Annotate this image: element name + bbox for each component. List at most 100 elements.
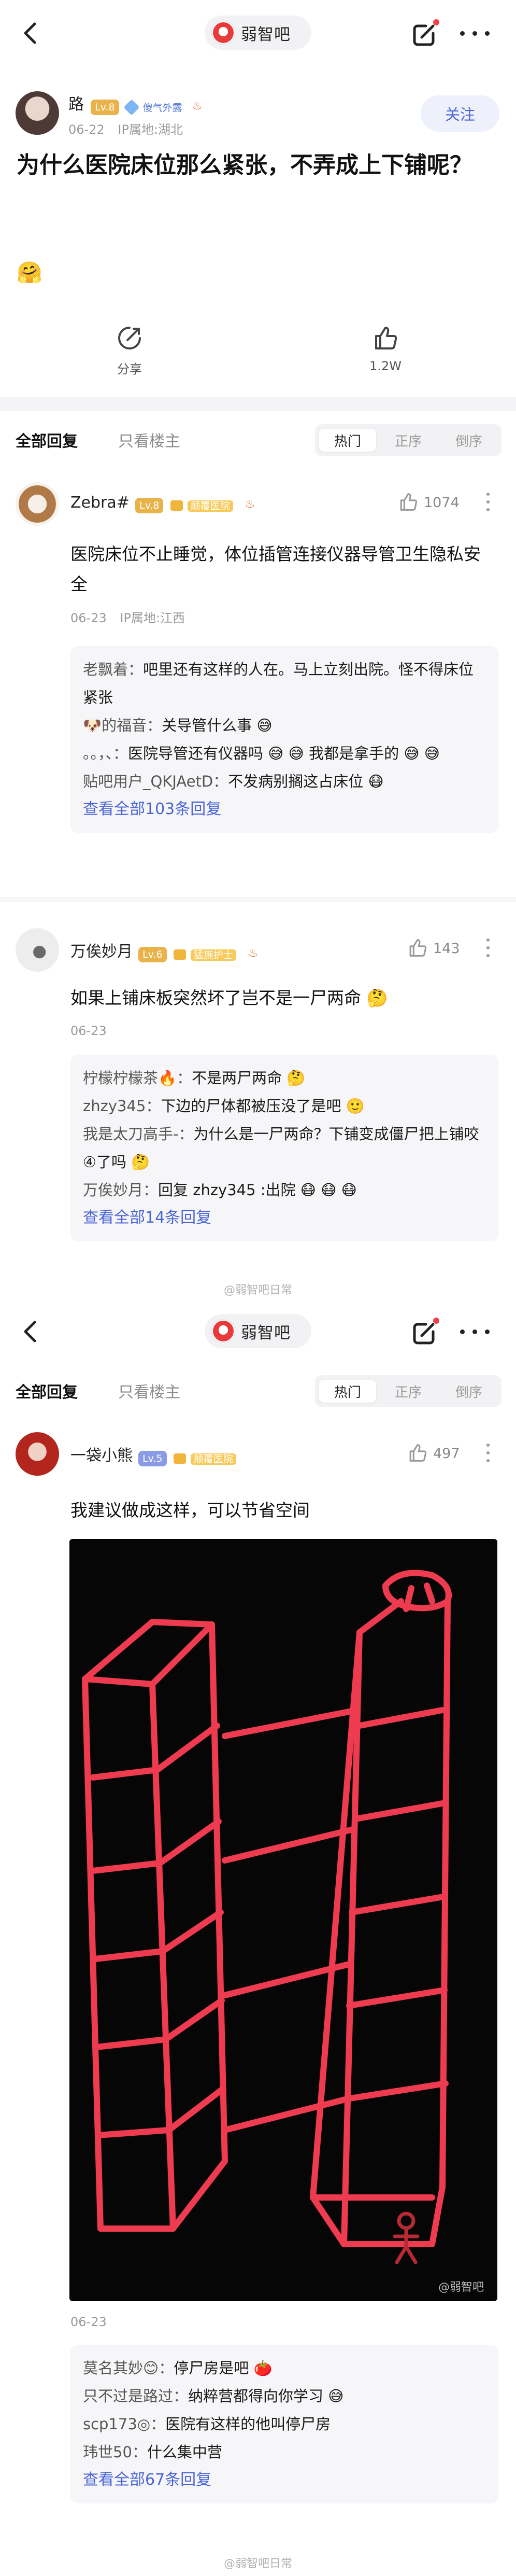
post-date: 06-22	[68, 122, 105, 137]
sort-descending[interactable]: 倒序	[440, 429, 497, 452]
like-count: 1.2W	[369, 359, 402, 373]
thumbs-up-icon[interactable]	[407, 937, 428, 958]
level-badge: Lv.5	[138, 1450, 167, 1466]
like-count: 143	[433, 941, 460, 957]
reply-item[interactable]: 玮世50：什么集中营	[83, 2438, 486, 2466]
reply-panel: 老飘着：吧里还有这样的人在。马上立刻出院。怪不得床位紧张 🐶的福音：关导管什么事…	[70, 646, 498, 833]
more-vertical-icon[interactable]	[486, 493, 490, 511]
level-badge: Lv.6	[138, 946, 167, 962]
like-count: 1074	[424, 495, 460, 511]
share-label: 分享	[117, 362, 142, 376]
reply-item[interactable]: 老飘着：吧里还有这样的人在。马上立刻出院。怪不得床位紧张	[83, 655, 486, 711]
sort-hot[interactable]: 热门	[319, 429, 376, 452]
reply-item[interactable]: zhzy345：下边的尸体都被压没了是吧 🙂	[83, 1092, 486, 1120]
comment-text: 医院床位不止睡觉，体位插管连接仪器导管卫生隐私安全	[70, 544, 481, 594]
comment-meta: 06-23	[70, 2315, 107, 2329]
share-edit-icon[interactable]	[410, 1316, 441, 1347]
fan-badge: 傻气外露	[142, 102, 182, 114]
chevron-left-icon[interactable]	[18, 20, 45, 47]
see-all-replies-link[interactable]: 查看全部103条回复	[83, 795, 486, 823]
section-divider	[0, 397, 516, 411]
reply-item[interactable]: 我是太刀高手-：为什么是一尸两命？下铺变成僵尸把上铺咬④了吗 🤔	[83, 1120, 486, 1176]
commenter-line: 一袋小熊 Lv.5 颠覆医院	[70, 1443, 236, 1466]
comment-divider	[0, 897, 516, 902]
more-horizontal-icon[interactable]	[456, 20, 493, 47]
share-action[interactable]: 分享	[104, 325, 155, 377]
follow-button[interactable]: 关注	[421, 95, 499, 132]
sort-ascending[interactable]: 正序	[380, 1380, 437, 1403]
forum-name: 弱智吧	[241, 25, 291, 44]
level-badge: Lv.8	[135, 497, 164, 513]
reply-item[interactable]: 。。，、：医院导管还有仪器吗 😅 😅 我都是拿手的 😅 😅	[83, 739, 486, 767]
reply-item[interactable]: 🐶的福音：关导管什么事 😅	[83, 711, 486, 739]
bunk-sketch-image[interactable]: @弱智吧	[69, 1539, 497, 2301]
commenter-line: Zebra# Lv.8 颠覆医院 ♨	[70, 494, 255, 513]
post-meta: 06-22 IP属地:湖北	[68, 119, 183, 137]
thumbs-up-icon[interactable]	[407, 1443, 428, 1463]
crown-icon	[173, 949, 186, 960]
reply-item[interactable]: 贴吧用户_QKJAetD：不发病别搁这占床位 😷	[83, 767, 486, 795]
forum-pill[interactable]: 弱智吧	[205, 16, 311, 50]
crown-icon	[173, 1453, 186, 1464]
reply-item[interactable]: 只不过是路过：纳粹营都得向你学习 😅	[83, 2382, 486, 2410]
commenter-avatar[interactable]	[16, 928, 59, 972]
like-count: 497	[433, 1446, 460, 1462]
sort-toggle: 热门 正序 倒序	[315, 424, 501, 456]
comment-text: 如果上铺床板突然坏了岂不是一尸两命 🤔	[70, 988, 388, 1008]
top-nav: 弱智吧	[0, 0, 516, 67]
tab-only-op[interactable]: 只看楼主	[118, 428, 180, 451]
forum-pill[interactable]: 弱智吧	[205, 1314, 311, 1348]
fire-emoji-icon: ♨	[245, 498, 255, 511]
more-horizontal-icon[interactable]	[456, 1318, 493, 1345]
commenter-avatar[interactable]	[16, 1432, 59, 1476]
crown-icon	[170, 500, 183, 511]
tab-all-replies[interactable]: 全部回复	[16, 428, 78, 451]
forum-avatar	[212, 21, 235, 44]
reply-item[interactable]: 万俟妙月：回复 zhzy345 :出院 😷 😷 😷	[83, 1176, 486, 1204]
comment-ip: IP属地:江西	[120, 611, 185, 625]
reply-item[interactable]: scp173◎：医院有这样的他叫停尸房	[83, 2410, 486, 2438]
sort-toggle: 热门 正序 倒序	[315, 1375, 501, 1407]
see-all-replies-link[interactable]: 查看全部14条回复	[83, 1204, 486, 1232]
thumbs-up-icon[interactable]	[398, 492, 419, 512]
share-edit-icon[interactable]	[410, 18, 441, 49]
watermark: @弱智吧日常	[223, 2557, 292, 2570]
more-vertical-icon[interactable]	[486, 1444, 490, 1462]
bunk-tower-drawing: @弱智吧	[82, 1570, 484, 2294]
commenter-name[interactable]: Zebra#	[70, 494, 130, 512]
top-nav: 弱智吧	[0, 1298, 516, 1366]
reply-item[interactable]: 柠檬柠檬茶🔥：不是两尸两命 🤔	[83, 1064, 486, 1092]
watermark: @弱智吧日常	[223, 1284, 292, 1297]
like-action[interactable]: 1.2W	[360, 325, 411, 373]
commenter-avatar[interactable]	[16, 482, 59, 526]
post-emoji: 🤗	[17, 261, 42, 285]
forum-avatar	[212, 1320, 235, 1342]
author-name[interactable]: 路	[68, 95, 84, 114]
more-vertical-icon[interactable]	[486, 939, 490, 957]
share-icon	[118, 327, 141, 349]
forum-name: 弱智吧	[241, 1323, 291, 1342]
member-badge: 颠覆医院	[187, 500, 233, 512]
reply-panel: 柠檬柠檬茶🔥：不是两尸两命 🤔 zhzy345：下边的尸体都被压没了是吧 🙂 我…	[70, 1055, 498, 1241]
see-all-replies-link[interactable]: 查看全部67条回复	[83, 2466, 486, 2494]
sort-descending[interactable]: 倒序	[440, 1380, 497, 1403]
comment-meta: 06-23	[70, 1024, 107, 1038]
post-title: 为什么医院床位那么紧张，不弄成上下铺呢？	[17, 152, 472, 178]
commenter-line: 万俟妙月 Lv.6 猛施护士 ♨	[70, 939, 259, 962]
level-badge: Lv.8	[91, 99, 119, 115]
commenter-name[interactable]: 万俟妙月	[70, 943, 133, 961]
sort-ascending[interactable]: 正序	[380, 429, 437, 452]
reply-panel: 莫名其妙😊：停尸房是吧 🍅 只不过是路过：纳粹营都得向你学习 😅 scp173◎…	[70, 2345, 498, 2503]
comment-meta: 06-23 IP属地:江西	[70, 608, 185, 626]
diamond-icon	[123, 99, 140, 116]
author-avatar[interactable]	[16, 91, 59, 135]
comment-date: 06-23	[70, 1024, 107, 1038]
comment-text: 我建议做成这样，可以节省空间	[70, 1500, 310, 1520]
tab-only-op[interactable]: 只看楼主	[118, 1379, 180, 1402]
tab-all-replies[interactable]: 全部回复	[16, 1379, 78, 1402]
chevron-left-icon[interactable]	[18, 1318, 45, 1345]
sort-hot[interactable]: 热门	[319, 1380, 376, 1403]
reply-item[interactable]: 莫名其妙😊：停尸房是吧 🍅	[83, 2354, 486, 2382]
commenter-name[interactable]: 一袋小熊	[70, 1447, 133, 1465]
fire-emoji-icon: ♨	[192, 100, 203, 113]
